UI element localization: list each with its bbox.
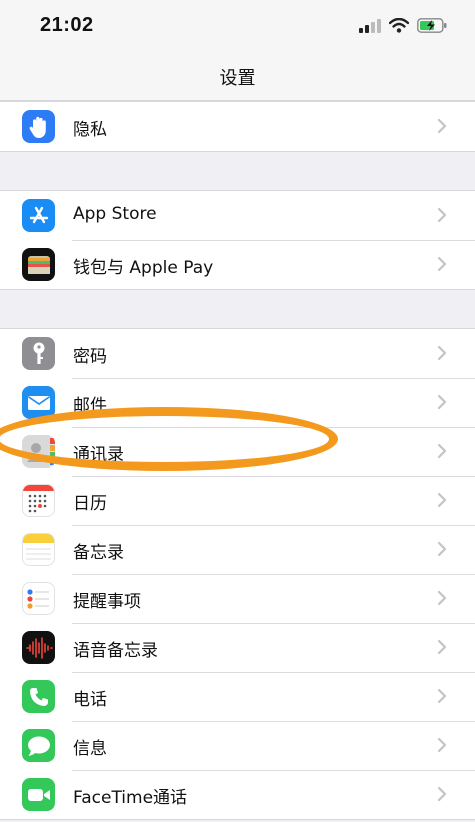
- settings-item-wallet[interactable]: 钱包与 Apple Pay: [0, 240, 475, 289]
- reminders-icon: [22, 582, 55, 615]
- key-icon: [22, 337, 55, 370]
- signal-icon: [359, 18, 381, 33]
- group-spacer: [0, 290, 475, 328]
- settings-item-reminders[interactable]: 提醒事项: [0, 574, 475, 623]
- messages-icon: [22, 729, 55, 762]
- battery-icon: [417, 18, 447, 33]
- chevron-right-icon: [437, 345, 447, 361]
- settings-item-privacy[interactable]: 隐私: [0, 102, 475, 151]
- settings-item-messages[interactable]: 信息: [0, 721, 475, 770]
- settings-item-facetime[interactable]: FaceTime通话: [0, 770, 475, 819]
- settings-item-label: 语音备忘录: [73, 641, 158, 661]
- hand-icon: [22, 110, 55, 143]
- chevron-right-icon: [437, 118, 447, 134]
- notes-icon: [22, 533, 55, 566]
- status-icons: [359, 18, 447, 33]
- settings-item-label: 通讯录: [73, 445, 124, 465]
- settings-item-label: 提醒事项: [73, 592, 141, 612]
- chevron-right-icon: [437, 207, 447, 223]
- contacts-icon: [22, 435, 55, 468]
- wallet-icon: [22, 248, 55, 281]
- facetime-icon: [22, 778, 55, 811]
- group-spacer: [0, 152, 475, 190]
- wifi-icon: [389, 18, 409, 33]
- settings-group-store: App Store 钱包与 Apple Pay: [0, 190, 475, 290]
- settings-item-label: 信息: [73, 739, 107, 759]
- status-bar: 21:02: [0, 0, 475, 52]
- settings-item-voice-memos[interactable]: 语音备忘录: [0, 623, 475, 672]
- chevron-right-icon: [437, 786, 447, 802]
- settings-item-label: 隐私: [73, 120, 107, 140]
- chevron-right-icon: [437, 443, 447, 459]
- mail-icon: [22, 386, 55, 419]
- chevron-right-icon: [437, 688, 447, 704]
- settings-group-privacy: 隐私: [0, 101, 475, 152]
- chevron-right-icon: [437, 590, 447, 606]
- settings-item-label: 日历: [73, 494, 107, 514]
- voice-memos-icon: [22, 631, 55, 664]
- settings-item-calendar[interactable]: 日历: [0, 476, 475, 525]
- settings-group-apps: 密码 邮件 通讯录 日历 备忘录 提醒事项 语音备忘录 电话 信息 FaceTi…: [0, 328, 475, 820]
- chevron-right-icon: [437, 541, 447, 557]
- settings-item-label: 邮件: [73, 396, 107, 416]
- chevron-right-icon: [437, 394, 447, 410]
- calendar-icon: [22, 484, 55, 517]
- status-time: 21:02: [40, 14, 94, 36]
- phone-icon: [22, 680, 55, 713]
- settings-item-contacts[interactable]: 通讯录: [0, 427, 475, 476]
- settings-item-label: 电话: [73, 690, 107, 710]
- settings-item-label: FaceTime通话: [73, 788, 188, 808]
- settings-item-app-store[interactable]: App Store: [0, 191, 475, 240]
- chevron-right-icon: [437, 492, 447, 508]
- settings-item-notes[interactable]: 备忘录: [0, 525, 475, 574]
- navigation-bar: 设置: [0, 52, 475, 101]
- settings-item-label: 钱包与 Apple Pay: [73, 258, 214, 278]
- settings-item-label: App Store: [73, 204, 157, 224]
- page-title: 设置: [219, 68, 256, 89]
- chevron-right-icon: [437, 639, 447, 655]
- chevron-right-icon: [437, 256, 447, 272]
- app-store-icon: [22, 199, 55, 232]
- settings-item-phone[interactable]: 电话: [0, 672, 475, 721]
- settings-list: 隐私 App Store 钱包与 Apple Pay 密码 邮件 通讯录 日历 …: [0, 101, 475, 820]
- settings-item-label: 密码: [73, 347, 107, 367]
- settings-item-label: 备忘录: [73, 543, 124, 563]
- settings-item-passwords[interactable]: 密码: [0, 329, 475, 378]
- settings-item-mail[interactable]: 邮件: [0, 378, 475, 427]
- chevron-right-icon: [437, 737, 447, 753]
